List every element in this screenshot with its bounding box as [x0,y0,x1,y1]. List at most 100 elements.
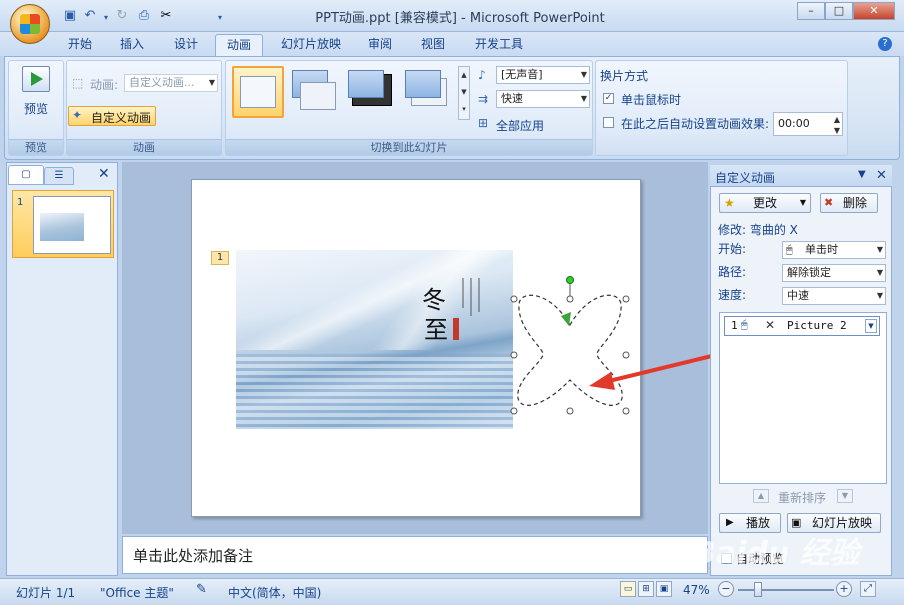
tab-animation[interactable]: 动画 [215,34,263,56]
maximize-button[interactable]: □ [825,2,853,20]
transition-fade-thumb[interactable] [290,66,342,118]
slide-sorter-icon[interactable]: ⊞ [638,581,654,597]
outline-tab[interactable]: ☰ [44,167,74,185]
notes-placeholder: 单击此处添加备注 [133,547,254,565]
fit-to-window-icon[interactable]: ⤢ [860,581,876,597]
tab-design[interactable]: 设计 [166,34,206,56]
poem-line-icon [470,278,472,316]
auto-after-time-input[interactable]: 00:00 ▲ ▼ [773,112,843,136]
speed-icon: ⇉ [478,92,489,106]
chevron-down-icon: ▼ [208,78,215,87]
pane-close-icon[interactable]: ✕ [876,168,887,183]
slide-thumbnail-item[interactable]: 1 [12,190,114,258]
tab-view[interactable]: 视图 [413,34,453,56]
zoom-slider-track[interactable] [738,589,834,591]
animation-list-item[interactable]: 1 🖱 ✕ Picture 2 ▼ [724,316,880,336]
custom-animation-button[interactable]: ✦ 自定义动画 [68,106,156,126]
speed-pane-dropdown[interactable]: 中速 ▼ [782,287,886,305]
slideshow-view-icon[interactable]: ▣ [656,581,672,597]
advance-heading: 换片方式 [600,69,649,83]
delete-button-label: 删除 [843,196,868,210]
close-button[interactable]: ✕ [853,2,895,20]
minimize-button[interactable]: – [797,2,825,20]
reorder-label: 重新排序 [778,491,827,505]
spelling-check-icon[interactable]: ✎ [196,582,207,597]
slide-picture[interactable]: 冬 至 [236,250,513,429]
status-theme: "Office 主题" [100,586,174,600]
undo-dropdown-icon[interactable]: ▾ [98,10,114,26]
path-dropdown-value: 解除锁定 [787,266,831,279]
tab-developer[interactable]: 开发工具 [468,34,530,56]
custom-animation-icon: ✦ [72,108,83,122]
preview-group-title: 预览 [9,139,63,155]
sound-icon: ♪ [478,68,486,82]
slide-thumbnail-number: 1 [17,197,24,208]
save-icon[interactable]: ▣ [62,8,78,24]
slides-tab[interactable]: ▢ [8,165,44,185]
start-dropdown[interactable]: 🖱 单击时 ▼ [782,241,886,259]
tab-home[interactable]: 开始 [60,34,100,56]
help-icon[interactable]: ? [878,37,892,51]
animation-item-name: Picture 2 [787,319,847,332]
transition-none-thumb[interactable] [232,66,284,118]
animation-group-title: 动画 [67,139,221,155]
move-up-icon[interactable]: ▲ [753,489,769,503]
office-button[interactable] [10,4,50,44]
move-down-icon[interactable]: ▼ [837,489,853,503]
mouse-icon: 🖱 [741,318,748,331]
speed-pane-dropdown-value: 中速 [787,289,809,302]
redo-icon[interactable]: ↻ [114,8,130,24]
tab-review[interactable]: 审阅 [360,34,400,56]
animation-list [719,312,887,484]
on-click-checkbox[interactable]: ✓ [603,93,614,104]
chevron-down-icon[interactable]: ▼ [865,319,877,333]
zoom-slider-thumb[interactable] [754,582,762,597]
normal-view-icon[interactable]: ▭ [620,581,636,597]
animation-dropdown-value: 自定义动画... [129,76,195,89]
status-slide-count: 幻灯片 1/1 [16,586,76,600]
auto-after-checkbox[interactable] [603,117,614,128]
chevron-down-icon: ▼ [876,268,883,277]
transition-group-title: 切换到此幻灯片 [226,139,592,155]
notes-pane[interactable]: 单击此处添加备注 [122,536,708,574]
auto-after-time-value: 00:00 [778,117,810,130]
slide-thumbnail [33,196,111,254]
chevron-down-icon: ▼ [876,245,883,254]
animation-label: 动画: [90,78,119,92]
preview-button[interactable]: 预览 [14,100,58,117]
zoom-level[interactable]: 47% [683,583,710,597]
speed-dropdown[interactable]: 快速 ▼ [496,90,590,108]
qat-customize-icon[interactable]: ▾ [212,10,228,26]
on-click-label: 单击鼠标时 [621,93,682,107]
poem-line-icon [462,278,464,308]
undo-icon[interactable]: ↶ [82,8,98,24]
zoom-out-icon[interactable]: − [718,581,734,597]
baidu-watermark: Baidu 经验 [693,536,860,571]
pane-menu-icon[interactable]: ▼ [858,169,866,180]
tab-slideshow[interactable]: 幻灯片放映 [274,34,348,56]
preview-icon[interactable] [22,66,50,92]
sound-dropdown-value: [无声音] [501,68,543,81]
cut-icon[interactable]: ✂ [158,8,174,24]
animation-order-tag[interactable]: 1 [211,251,229,265]
star-icon: ★ [724,196,735,210]
office-logo-icon [20,14,40,34]
delete-button[interactable]: ✖ 删除 [820,193,878,213]
picture-text-zhi: 至 [424,316,448,344]
change-button[interactable]: ★ 更改 ▼ [719,193,811,213]
spinner-icon[interactable]: ▲ ▼ [834,114,840,136]
path-dropdown[interactable]: 解除锁定 ▼ [782,264,886,282]
sound-dropdown[interactable]: [无声音] ▼ [496,66,590,84]
tab-insert[interactable]: 插入 [112,34,152,56]
close-panel-icon[interactable]: ✕ [98,166,110,182]
zoom-in-icon[interactable]: + [836,581,852,597]
speed-label: 速度: [718,288,747,302]
custom-animation-label: 自定义动画 [91,111,152,125]
transition-cut-thumb[interactable] [403,66,455,118]
change-button-label: 更改 [752,196,777,210]
print-preview-icon[interactable]: ⎙ [136,8,152,24]
path-label: 路径: [718,265,747,279]
transition-gallery-scroll[interactable]: ▲ ▼ ▾ [458,66,470,120]
transition-black-thumb[interactable] [346,66,398,118]
apply-all-button[interactable]: 全部应用 [496,117,544,134]
